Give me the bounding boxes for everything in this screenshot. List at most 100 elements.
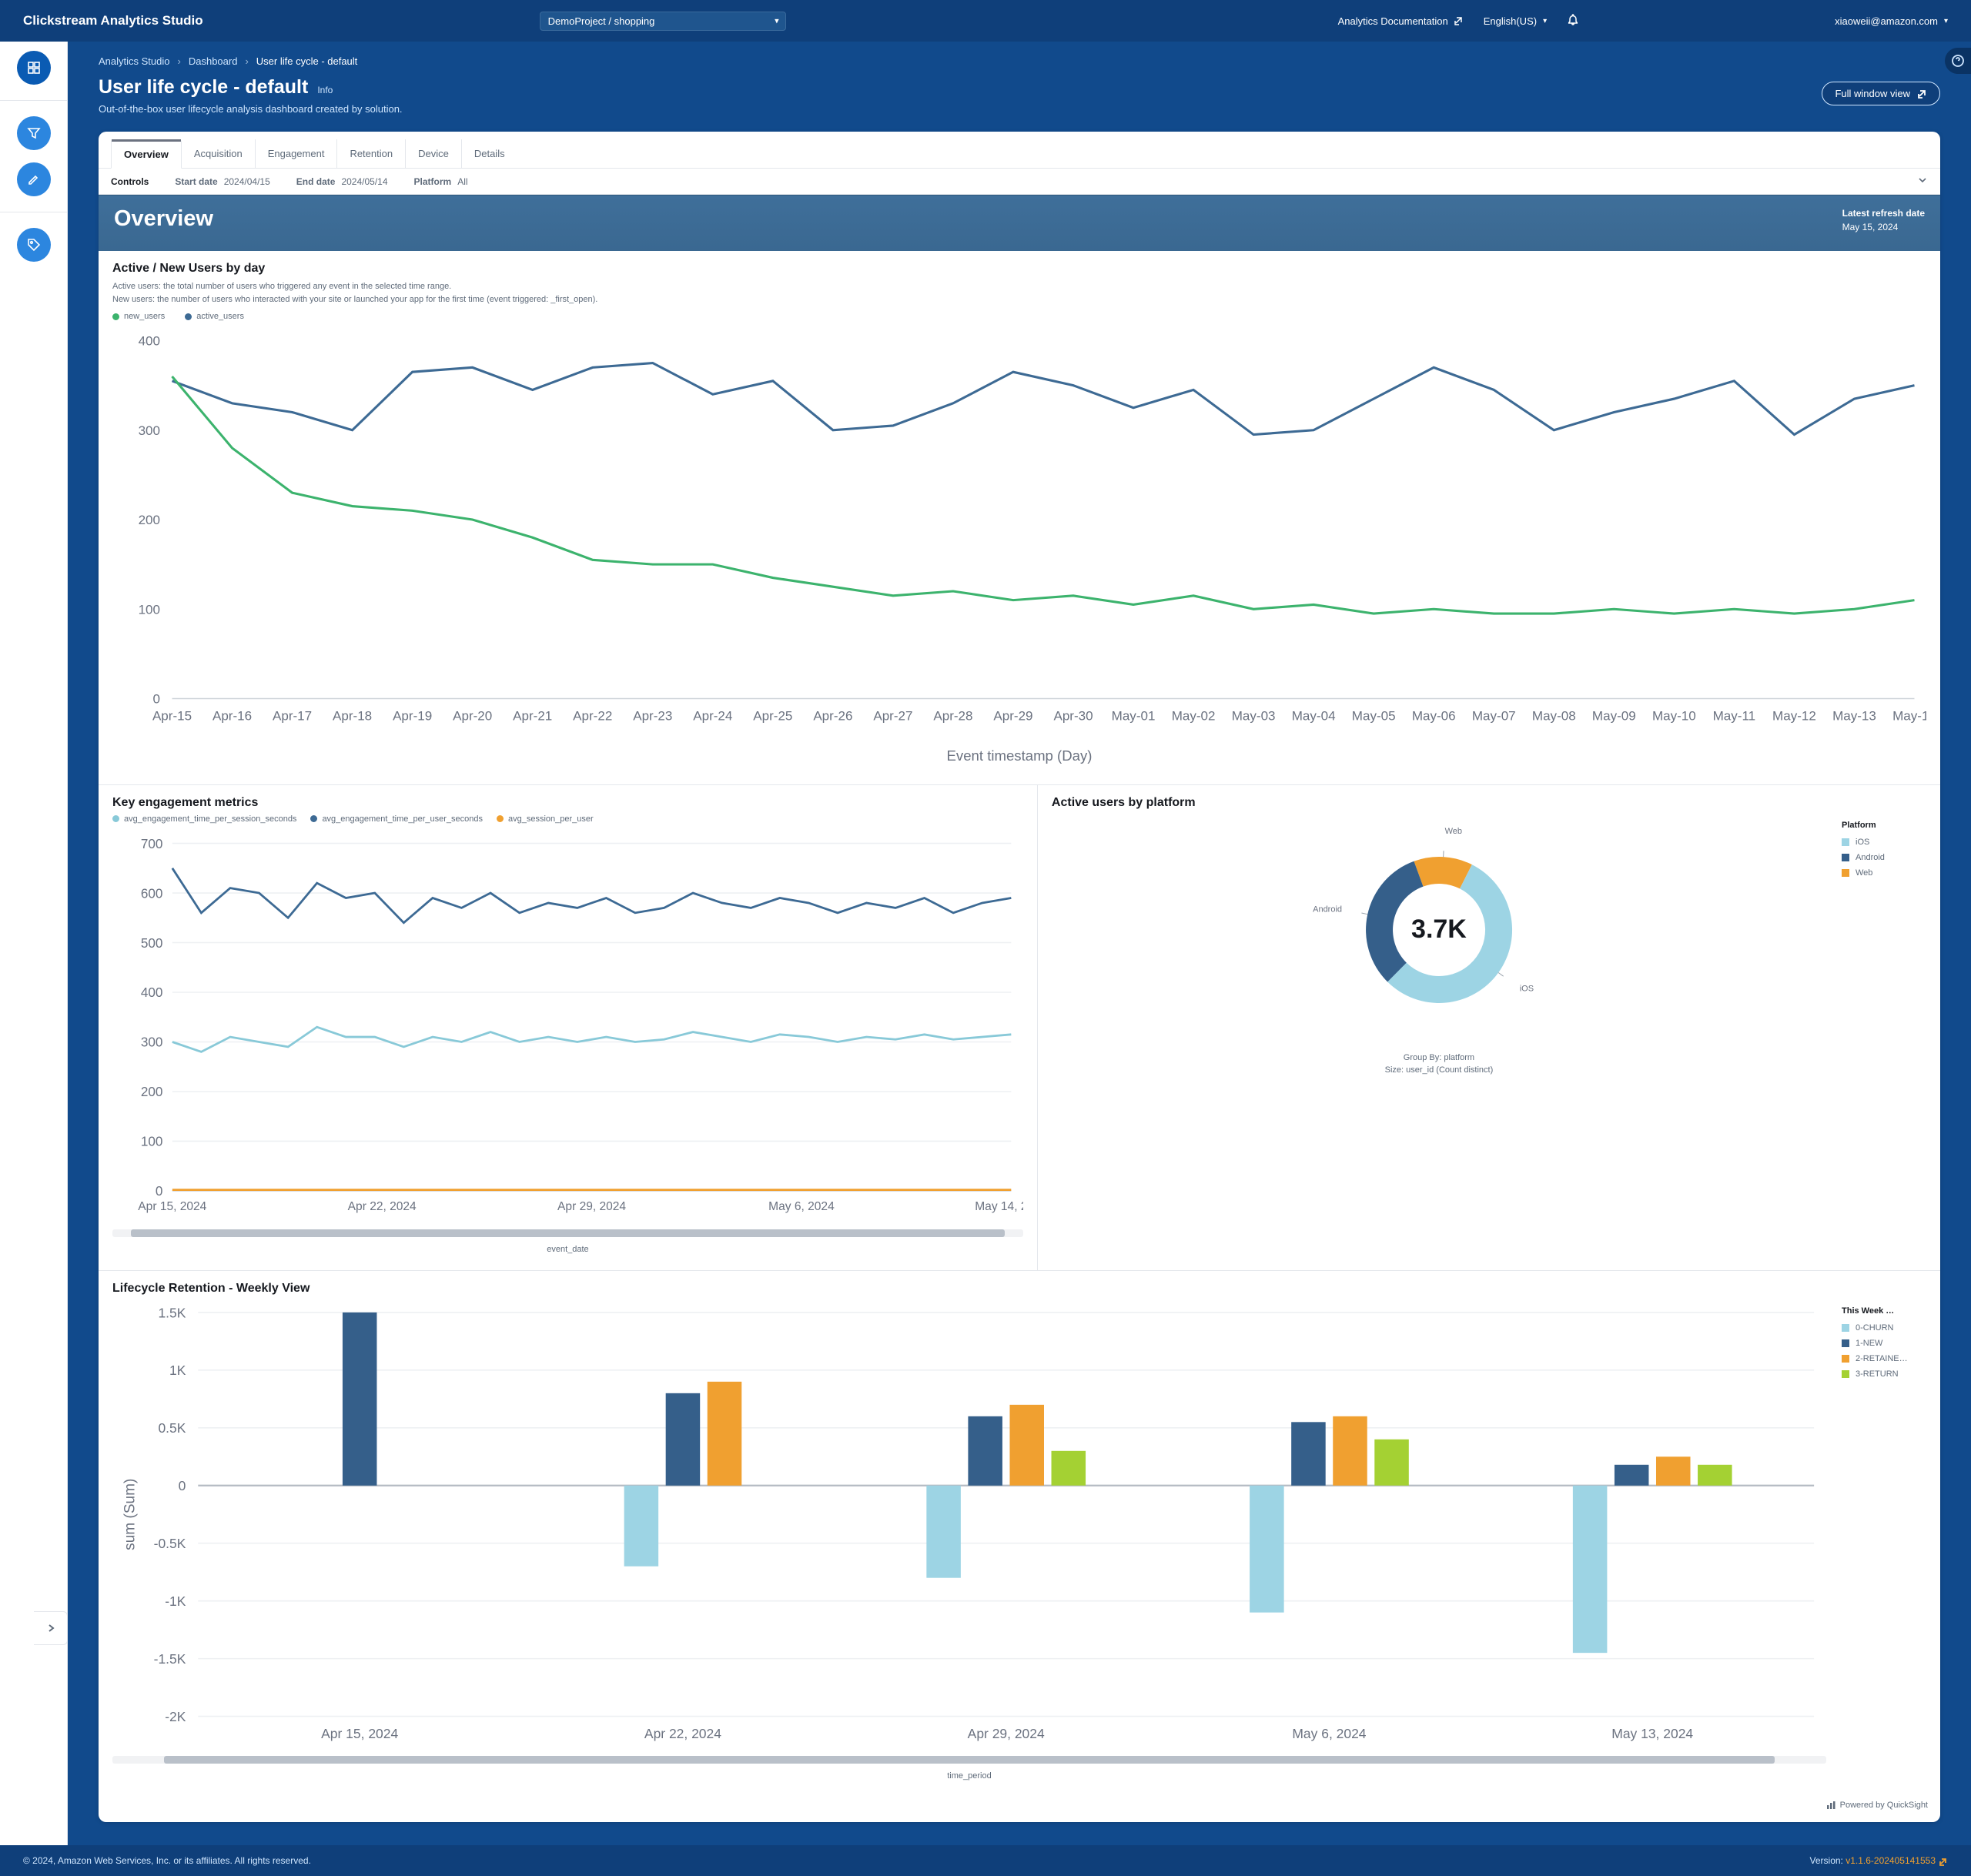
top-header: Clickstream Analytics Studio DemoProject… (0, 0, 1971, 42)
legend-item: active_users (185, 312, 244, 321)
info-link[interactable]: Info (317, 85, 333, 95)
dashboard-icon (26, 60, 42, 75)
svg-text:1.5K: 1.5K (158, 1305, 186, 1320)
svg-text:Apr-24: Apr-24 (693, 708, 732, 723)
svg-text:0.5K: 0.5K (158, 1420, 186, 1436)
sidebar-btn-dashboards[interactable] (17, 51, 51, 85)
svg-text:May-10: May-10 (1652, 708, 1696, 723)
legend-marker (1842, 854, 1849, 861)
quicksight-icon (1826, 1801, 1835, 1810)
tab-engagement[interactable]: Engagement (256, 139, 338, 168)
refresh-value: May 15, 2024 (1842, 222, 1899, 232)
legend-label: new_users (124, 312, 165, 321)
project-selector[interactable]: DemoProject / shopping (540, 12, 786, 31)
funnel-icon (26, 125, 42, 141)
legend-label: Web (1856, 868, 1872, 878)
svg-text:700: 700 (141, 836, 163, 851)
svg-text:-1.5K: -1.5K (154, 1651, 186, 1667)
axis-label: time_period (112, 1770, 1826, 1783)
control-name: Start date (175, 176, 217, 187)
tag-icon (26, 237, 42, 252)
svg-text:300: 300 (141, 1035, 163, 1049)
tab-details[interactable]: Details (462, 139, 517, 168)
legend-marker (1842, 1355, 1849, 1363)
chevron-right-icon: › (178, 55, 181, 67)
svg-text:May 14, 2024: May 14, 2024 (975, 1199, 1023, 1212)
legend-item: 1-NEW (1842, 1339, 1926, 1348)
tab-device[interactable]: Device (406, 139, 462, 168)
svg-text:Apr-20: Apr-20 (453, 708, 492, 723)
legend-item: Web (1842, 868, 1926, 878)
svg-text:-1K: -1K (165, 1593, 186, 1609)
refresh-info: Latest refresh date May 15, 2024 (1842, 206, 1925, 234)
legend-label: active_users (196, 312, 244, 321)
scrollbar[interactable] (112, 1229, 1023, 1237)
svg-text:May-02: May-02 (1172, 708, 1216, 723)
chart-legend: avg_engagement_time_per_session_secondsa… (112, 814, 1023, 824)
svg-text:Event timestamp (Day): Event timestamp (Day) (947, 747, 1093, 764)
svg-text:-2K: -2K (165, 1709, 186, 1724)
svg-text:100: 100 (141, 1134, 163, 1149)
overview-banner: Overview Latest refresh date May 15, 202… (99, 195, 1940, 251)
breadcrumb-item-1[interactable]: Dashboard (189, 55, 238, 67)
chevron-right-icon: › (245, 55, 248, 67)
control-value: 2024/04/15 (224, 176, 270, 187)
svg-text:May 6, 2024: May 6, 2024 (1292, 1726, 1366, 1741)
svg-text:Apr-15: Apr-15 (152, 708, 192, 723)
language-menu[interactable]: English(US) (1484, 15, 1547, 27)
legend-title: This Week … (1842, 1306, 1926, 1316)
tab-retention[interactable]: Retention (337, 139, 406, 168)
notifications-button[interactable] (1567, 14, 1579, 28)
footer: © 2024, Amazon Web Services, Inc. or its… (0, 1845, 1971, 1876)
sidebar-btn-explore[interactable] (17, 116, 51, 150)
svg-text:May-03: May-03 (1232, 708, 1276, 723)
donut-center-value: 3.7K (1411, 915, 1467, 945)
control-platform[interactable]: Platform All (414, 176, 468, 187)
panel-title: Key engagement metrics (112, 796, 1023, 810)
svg-text:Apr-28: Apr-28 (933, 708, 972, 723)
svg-text:May-11: May-11 (1713, 708, 1756, 723)
legend-marker (1842, 1324, 1849, 1332)
legend-label: 3-RETURN (1856, 1369, 1899, 1379)
svg-text:May-13: May-13 (1832, 708, 1876, 723)
banner-title: Overview (114, 206, 213, 232)
breadcrumb-item-0[interactable]: Analytics Studio (99, 55, 170, 67)
donut-caption: Group By: platform Size: user_id (Count … (1052, 1052, 1826, 1077)
legend-item: new_users (112, 312, 165, 321)
svg-text:Apr-18: Apr-18 (333, 708, 372, 723)
control-value: 2024/05/14 (341, 176, 387, 187)
project-selector-value: DemoProject / shopping (548, 15, 655, 27)
legend-item: iOS (1842, 838, 1926, 847)
language-label: English(US) (1484, 15, 1537, 27)
tab-overview[interactable]: Overview (111, 139, 182, 169)
sidebar-expand-button[interactable] (34, 1611, 68, 1645)
sidebar-btn-analyze[interactable] (17, 162, 51, 196)
legend-item: avg_engagement_time_per_user_seconds (310, 814, 483, 824)
two-column-row: Key engagement metrics avg_engagement_ti… (99, 785, 1940, 1271)
scrollbar[interactable] (112, 1756, 1826, 1764)
chart-engagement-metrics: 0100200300400500600700Apr 15, 2024Apr 22… (112, 831, 1023, 1227)
svg-text:300: 300 (139, 423, 160, 438)
legend-marker (1842, 1339, 1849, 1347)
doc-link-label: Analytics Documentation (1338, 15, 1448, 27)
dashboard-card: OverviewAcquisitionEngagementRetentionDe… (99, 132, 1940, 1822)
svg-text:iOS: iOS (1520, 984, 1534, 993)
legend-marker (310, 815, 317, 822)
sidebar-btn-data[interactable] (17, 228, 51, 262)
svg-text:200: 200 (139, 513, 160, 527)
svg-text:May 6, 2024: May 6, 2024 (768, 1199, 835, 1212)
controls-expand-button[interactable] (1917, 175, 1928, 188)
control-start-date[interactable]: Start date 2024/04/15 (175, 176, 269, 187)
panel-title: Active / New Users by day (112, 262, 1926, 276)
svg-text:0: 0 (179, 1478, 186, 1493)
full-window-button[interactable]: Full window view (1822, 82, 1940, 105)
retention-legend: This Week … 0-CHURN1-NEW2-RETAINE…3-RETU… (1842, 1300, 1926, 1385)
legend-label: 0-CHURN (1856, 1323, 1894, 1333)
doc-link[interactable]: Analytics Documentation (1338, 15, 1464, 27)
legend-marker (1842, 869, 1849, 877)
tab-acquisition[interactable]: Acquisition (182, 139, 256, 168)
legend-marker (112, 313, 119, 320)
control-end-date[interactable]: End date 2024/05/14 (296, 176, 388, 187)
help-button[interactable] (1945, 48, 1971, 74)
version-link[interactable]: v1.1.6-202405141553 (1846, 1855, 1948, 1866)
